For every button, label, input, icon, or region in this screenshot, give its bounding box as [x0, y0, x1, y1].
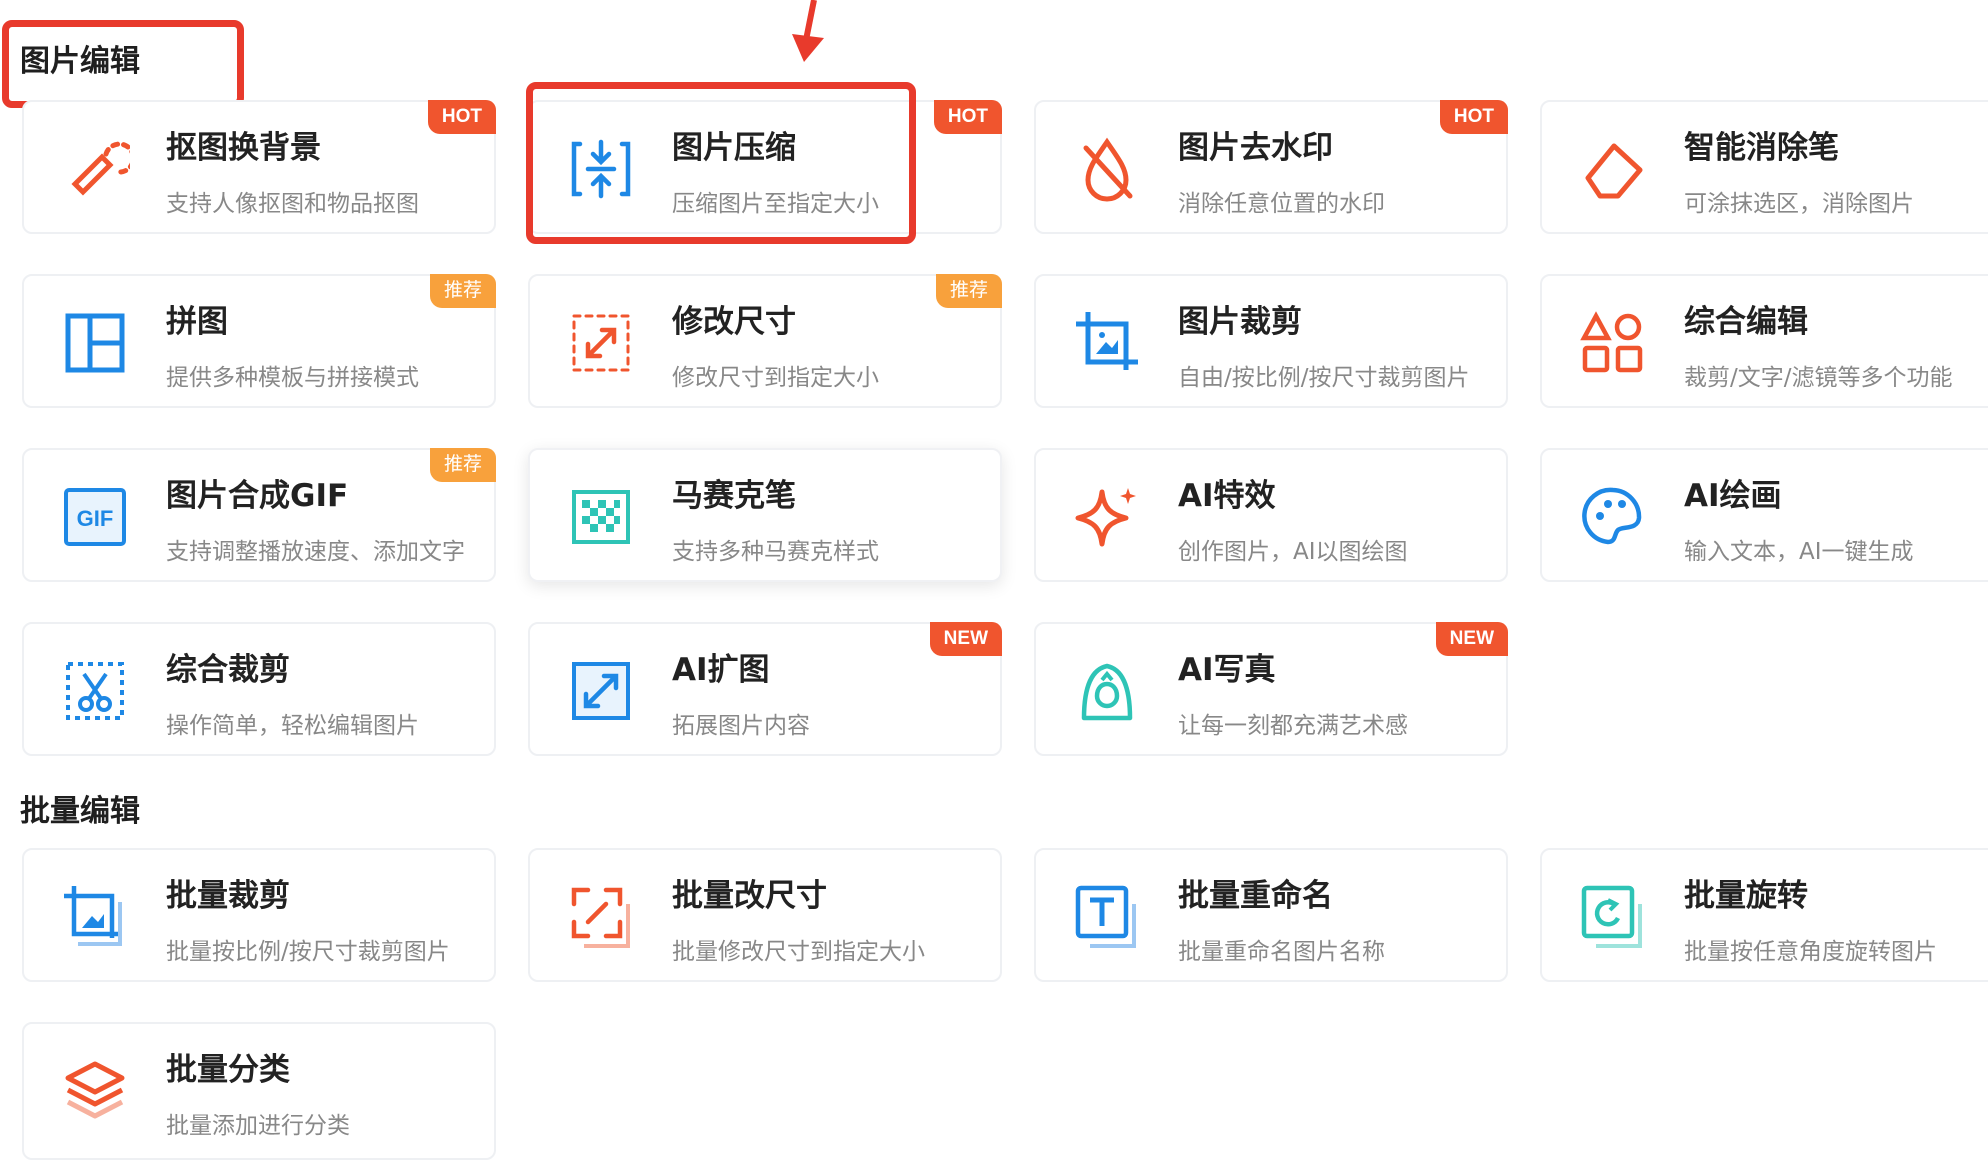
annotation-arrow	[792, 0, 824, 62]
collage-icon	[60, 308, 130, 378]
tool-desc: 消除任意位置的水印	[1178, 191, 1385, 217]
tool-card-mosaic[interactable]: 马赛克笔 支持多种马赛克样式	[528, 448, 1002, 582]
tool-card-comprehensive-edit[interactable]: 综合编辑 裁剪/文字/滤镜等多个功能	[1540, 274, 1988, 408]
tool-desc: 批量按任意角度旋转图片	[1684, 939, 1937, 965]
section-title-image-edit: 图片编辑	[20, 44, 140, 79]
portrait-icon	[1072, 656, 1142, 726]
tool-title: 批量分类	[166, 1052, 290, 1088]
tool-desc: 自由/按比例/按尺寸裁剪图片	[1178, 365, 1470, 391]
tool-card-watermark[interactable]: 图片去水印 消除任意位置的水印 HOT	[1034, 100, 1508, 234]
tool-desc: 压缩图片至指定大小	[672, 191, 879, 217]
tool-desc: 支持人像抠图和物品抠图	[166, 191, 419, 217]
tool-card-compress[interactable]: 图片压缩 压缩图片至指定大小 HOT	[528, 100, 1002, 234]
tool-title: 图片裁剪	[1178, 304, 1302, 340]
tool-card-eraser[interactable]: 智能消除笔 可涂抹选区，消除图片	[1540, 100, 1988, 234]
tool-desc: 操作简单，轻松编辑图片	[166, 713, 419, 739]
tool-desc: 支持调整播放速度、添加文字	[166, 539, 465, 565]
tool-title: 图片去水印	[1178, 130, 1333, 166]
tool-card-batch-rename[interactable]: 批量重命名 批量重命名图片名称	[1034, 848, 1508, 982]
tool-card-resize[interactable]: 修改尺寸 修改尺寸到指定大小 推荐	[528, 274, 1002, 408]
tool-card-cutout[interactable]: 抠图换背景 支持人像抠图和物品抠图 HOT	[22, 100, 496, 234]
gif-icon: GIF	[60, 482, 130, 552]
compress-icon	[566, 134, 636, 204]
hot-badge: HOT	[933, 100, 1002, 134]
tool-card-comprehensive-crop[interactable]: 综合裁剪 操作简单，轻松编辑图片	[22, 622, 496, 756]
tool-card-batch-classify[interactable]: 批量分类 批量添加进行分类	[22, 1022, 496, 1160]
tool-card-batch-crop[interactable]: 批量裁剪 批量按比例/按尺寸裁剪图片	[22, 848, 496, 982]
tool-title: 拼图	[166, 304, 228, 340]
tool-title: AI绘画	[1684, 478, 1782, 514]
tool-card-ai-portrait[interactable]: AI写真 让每一刻都充满艺术感 NEW	[1034, 622, 1508, 756]
tool-desc: 批量添加进行分类	[166, 1113, 350, 1139]
tool-desc: 批量按比例/按尺寸裁剪图片	[166, 939, 450, 965]
recommend-badge: 推荐	[429, 448, 496, 482]
batch-rename-icon	[1072, 882, 1142, 952]
recommend-badge: 推荐	[429, 274, 496, 308]
new-badge: NEW	[929, 622, 1002, 656]
watermark-remove-icon	[1072, 134, 1142, 204]
palette-icon	[1578, 482, 1648, 552]
new-badge: NEW	[1435, 622, 1508, 656]
tool-card-ai-painting[interactable]: AI绘画 输入文本，AI一键生成	[1540, 448, 1988, 582]
tool-desc: 批量重命名图片名称	[1178, 939, 1385, 965]
tool-desc: 创作图片，AI以图绘图	[1178, 539, 1408, 565]
tool-title: 批量重命名	[1178, 878, 1333, 914]
tool-title: AI扩图	[672, 652, 770, 688]
tool-title: 修改尺寸	[672, 304, 796, 340]
hot-badge: HOT	[1439, 100, 1508, 134]
tool-title: 综合裁剪	[166, 652, 290, 688]
tool-card-ai-expand[interactable]: AI扩图 拓展图片内容 NEW	[528, 622, 1002, 756]
eyedropper-icon	[60, 134, 130, 204]
tool-card-gif[interactable]: GIF 图片合成GIF 支持调整播放速度、添加文字 推荐	[22, 448, 496, 582]
crop-icon	[1072, 308, 1142, 378]
tool-desc: 让每一刻都充满艺术感	[1178, 713, 1408, 739]
shapes-icon	[1578, 308, 1648, 378]
tool-desc: 支持多种马赛克样式	[672, 539, 879, 565]
tool-desc: 拓展图片内容	[672, 713, 810, 739]
tool-title: AI写真	[1178, 652, 1276, 688]
tool-desc: 修改尺寸到指定大小	[672, 365, 879, 391]
tool-title: 智能消除笔	[1684, 130, 1839, 166]
tool-card-collage[interactable]: 拼图 提供多种模板与拼接模式 推荐	[22, 274, 496, 408]
tool-desc: 裁剪/文字/滤镜等多个功能	[1684, 365, 1953, 391]
batch-crop-icon	[60, 882, 130, 952]
tool-title: 图片合成GIF	[166, 478, 349, 514]
tool-title: 图片压缩	[672, 130, 796, 166]
tool-desc: 提供多种模板与拼接模式	[166, 365, 419, 391]
hot-badge: HOT	[427, 100, 496, 134]
tool-card-batch-resize[interactable]: 批量改尺寸 批量修改尺寸到指定大小	[528, 848, 1002, 982]
section-title-batch-edit: 批量编辑	[20, 794, 140, 829]
tool-title: AI特效	[1178, 478, 1276, 514]
tool-card-crop[interactable]: 图片裁剪 自由/按比例/按尺寸裁剪图片	[1034, 274, 1508, 408]
expand-icon	[566, 656, 636, 726]
tool-desc: 可涂抹选区，消除图片	[1684, 191, 1914, 217]
tool-card-batch-rotate[interactable]: 批量旋转 批量按任意角度旋转图片	[1540, 848, 1988, 982]
batch-resize-icon	[566, 882, 636, 952]
recommend-badge: 推荐	[935, 274, 1002, 308]
tool-title: 抠图换背景	[166, 130, 321, 166]
svg-text:GIF: GIF	[77, 506, 114, 531]
tool-title: 综合编辑	[1684, 304, 1808, 340]
tool-title: 批量旋转	[1684, 878, 1808, 914]
tool-title: 马赛克笔	[672, 478, 796, 514]
tool-title: 批量改尺寸	[672, 878, 827, 914]
tool-desc: 批量修改尺寸到指定大小	[672, 939, 925, 965]
layers-icon	[60, 1056, 130, 1126]
sparkle-icon	[1072, 482, 1142, 552]
tool-title: 批量裁剪	[166, 878, 290, 914]
batch-rotate-icon	[1578, 882, 1648, 952]
resize-icon	[566, 308, 636, 378]
mosaic-icon	[566, 482, 636, 552]
tool-desc: 输入文本，AI一键生成	[1684, 539, 1914, 565]
tool-card-ai-effects[interactable]: AI特效 创作图片，AI以图绘图	[1034, 448, 1508, 582]
scissors-icon	[60, 656, 130, 726]
eraser-icon	[1578, 134, 1648, 204]
